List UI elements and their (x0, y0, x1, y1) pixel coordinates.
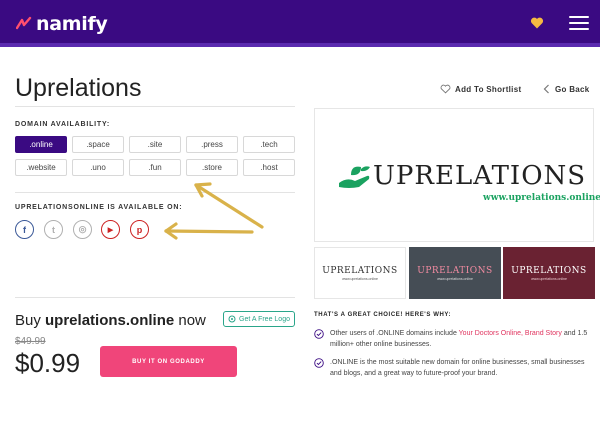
check-circle-icon (314, 358, 324, 368)
tld-press[interactable]: .press (186, 136, 238, 153)
why-heading: THAT'S A GREAT CHOICE! HERE'S WHY: (314, 312, 452, 318)
buy-on-godaddy-button[interactable]: BUY IT ON GODADDY (100, 346, 237, 377)
tld-tech[interactable]: .tech (243, 136, 295, 153)
tld-website[interactable]: .website (15, 159, 67, 176)
logo-url: www.uprelations.online (483, 193, 600, 203)
divider (15, 297, 295, 298)
add-to-shortlist-button[interactable]: Add To Shortlist (440, 84, 521, 94)
logo-sparkle-icon (228, 315, 236, 323)
youtube-icon[interactable]: ▶ (101, 220, 120, 239)
tld-host[interactable]: .host (243, 159, 295, 176)
chevron-left-icon (543, 84, 549, 94)
reason-item: Other users of .ONLINE domains include Y… (314, 328, 596, 350)
brand-name: namify (36, 13, 108, 35)
buy-heading: Buy uprelations.online now (15, 312, 206, 329)
check-circle-icon (314, 329, 324, 339)
namify-logo[interactable]: namify (16, 13, 108, 35)
divider (15, 192, 295, 193)
tld-online[interactable]: .online (15, 136, 67, 153)
tld-fun[interactable]: .fun (129, 159, 181, 176)
go-back-button[interactable]: Go Back (543, 84, 590, 94)
namify-logo-icon (16, 16, 32, 30)
example-users-link[interactable]: Your Doctors Online, Brand Story (459, 330, 562, 337)
current-price: $0.99 (15, 348, 81, 378)
logo-hand-leaf-icon (339, 166, 370, 188)
tld-store[interactable]: .store (186, 159, 238, 176)
logo-thumbnail-1[interactable]: UPRELATIONS www.uprelations.online (314, 247, 406, 299)
page-title: Uprelations (15, 74, 142, 102)
tld-space[interactable]: .space (72, 136, 124, 153)
domain-name: uprelations.online (45, 312, 175, 329)
facebook-icon[interactable]: f (15, 220, 34, 239)
tld-uno[interactable]: .uno (72, 159, 124, 176)
logo-preview: UPRELATIONS www.uprelations.online (314, 108, 600, 242)
pinterest-icon[interactable]: p (130, 220, 149, 239)
tld-site[interactable]: .site (129, 136, 181, 153)
instagram-icon[interactable]: ◎ (73, 220, 92, 239)
reason-item: .ONLINE is the most suitable new domain … (314, 357, 596, 379)
domain-availability-label: DOMAIN AVAILABILITY: (15, 121, 111, 128)
twitter-icon[interactable]: t (44, 220, 63, 239)
logo-thumbnail-3[interactable]: UPRELATIONS www.uprelations.online (503, 247, 595, 299)
logo-thumbnail-2[interactable]: UPRELATIONS www.uprelations.online (409, 247, 501, 299)
hamburger-menu-icon[interactable] (569, 16, 589, 30)
heart-icon[interactable] (530, 16, 544, 30)
divider (15, 106, 295, 107)
old-price: $49.99 (15, 336, 46, 347)
heart-outline-icon (440, 84, 451, 94)
top-nav-bar: namify (0, 0, 600, 47)
social-availability-label: UPRELATIONSONLINE IS AVAILABLE ON: (15, 204, 183, 211)
logo-wordmark: UPRELATIONS (373, 161, 587, 191)
get-free-logo-button[interactable]: Get A Free Logo (223, 311, 295, 327)
